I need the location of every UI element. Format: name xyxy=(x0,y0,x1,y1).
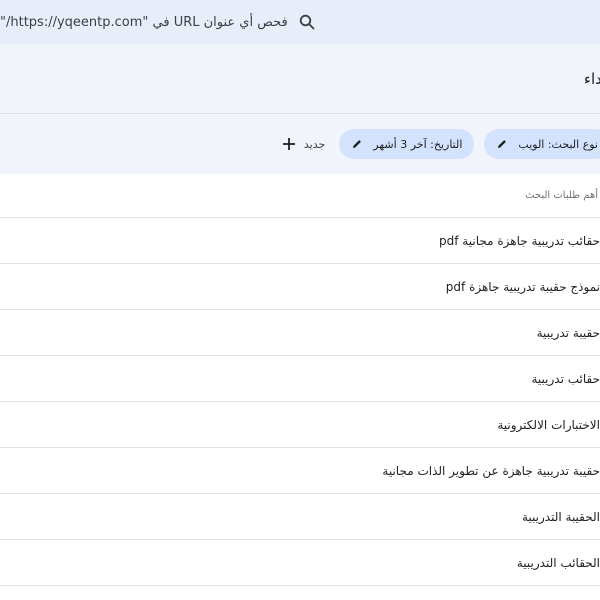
plus-icon xyxy=(282,137,296,151)
queries-column-header[interactable]: أهم طلبات البحث xyxy=(525,190,598,201)
edit-icon[interactable] xyxy=(351,138,363,150)
filter-chips: نوع البحث: الويب التاريخ: آخر 3 أشهر جدي… xyxy=(268,129,600,159)
chip-date-range[interactable]: التاريخ: آخر 3 أشهر xyxy=(339,129,475,159)
table-row[interactable]: حقيبة تدريبية جاهزة عن تطوير الذات مجاني… xyxy=(0,448,600,494)
queries-list: حقائب تدريبية جاهزة مجانية pdf نموذج حقي… xyxy=(0,218,600,586)
edit-icon[interactable] xyxy=(496,138,508,150)
table-row[interactable]: حقائب تدريبية جاهزة مجانية pdf xyxy=(0,218,600,264)
new-filter-label: جديد xyxy=(303,137,326,151)
new-filter-button[interactable]: جديد xyxy=(278,129,329,159)
table-row[interactable]: الاختبارات الالكترونية xyxy=(0,402,600,448)
filter-bar: نوع البحث: الويب التاريخ: آخر 3 أشهر جدي… xyxy=(0,114,600,174)
table-row[interactable]: حقائب تدريبية xyxy=(0,356,600,402)
chip-date-range-label: التاريخ: آخر 3 أشهر xyxy=(373,137,463,151)
query-text: حقيبة تدريبية جاهزة عن تطوير الذات مجاني… xyxy=(382,463,600,478)
query-text: الحقيبة التدريبية xyxy=(521,509,600,524)
search-console-page: فحص أي عنوان URL في "https://yqeentp.com… xyxy=(0,0,600,600)
query-text: نموذج حقيبة تدريبية جاهزة pdf xyxy=(445,279,600,294)
search-icon[interactable] xyxy=(296,0,318,44)
table-row[interactable]: حقيبة تدريبية xyxy=(0,310,600,356)
chip-search-type[interactable]: نوع البحث: الويب xyxy=(484,129,600,159)
page-title: اداء xyxy=(583,69,600,88)
query-text: الحقائب التدريبية xyxy=(516,555,600,570)
url-inspection-bar[interactable]: فحص أي عنوان URL في "https://yqeentp.com… xyxy=(0,0,600,44)
page-header: اداء xyxy=(0,44,600,114)
table-row[interactable]: الحقائب التدريبية xyxy=(0,540,600,586)
table-row[interactable]: نموذج حقيبة تدريبية جاهزة pdf xyxy=(0,264,600,310)
queries-table-header: أهم طلبات البحث xyxy=(0,174,600,218)
table-row[interactable]: الحقيبة التدريبية xyxy=(0,494,600,540)
chip-search-type-label: نوع البحث: الويب xyxy=(518,137,598,151)
query-text: حقيبة تدريبية xyxy=(536,325,600,340)
url-inspection-input[interactable]: فحص أي عنوان URL في "https://yqeentp.com… xyxy=(0,15,288,30)
query-text: حقائب تدريبية xyxy=(531,371,600,386)
query-text: حقائب تدريبية جاهزة مجانية pdf xyxy=(439,233,600,248)
query-text: الاختبارات الالكترونية xyxy=(497,417,600,432)
